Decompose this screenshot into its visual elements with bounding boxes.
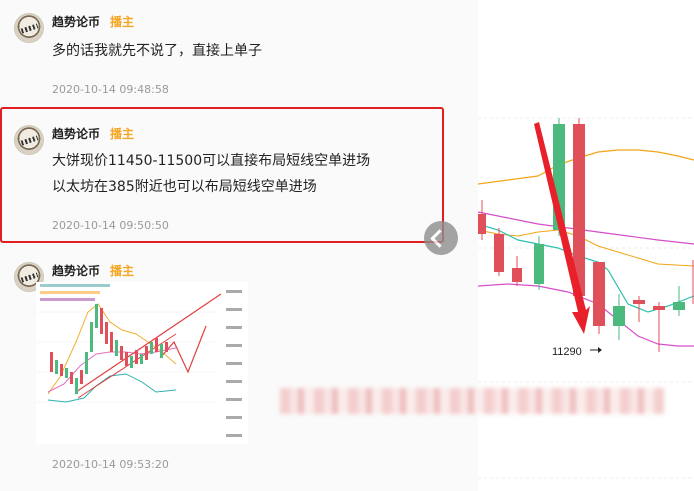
host-badge: 播主: [110, 15, 135, 29]
message-time: 2020-10-14 09:48:58: [52, 83, 169, 96]
highlight-box: [0, 107, 444, 243]
price-chart: [478, 0, 694, 491]
avatar[interactable]: [14, 13, 44, 43]
scroll-up-button[interactable]: [424, 221, 458, 255]
author-name[interactable]: 趋势论币: [52, 262, 100, 279]
chart-thumbnail[interactable]: [36, 282, 248, 444]
message-feed: 趋势论币 播主 多的话我就先不说了，直接上单子 2020-10-14 09:48…: [0, 0, 478, 491]
message-time: 2020-10-14 09:53:20: [52, 458, 169, 471]
host-badge: 播主: [110, 264, 135, 278]
price-marker-label: 11290: [552, 346, 582, 358]
chat-message: 趋势论币 播主 多的话我就先不说了，直接上单子 2020-10-14 09:48…: [14, 13, 454, 98]
author-name[interactable]: 趋势论币: [52, 13, 100, 30]
message-text: 多的话我就先不说了，直接上单子: [52, 43, 262, 59]
blurred-watermark: [280, 388, 664, 414]
